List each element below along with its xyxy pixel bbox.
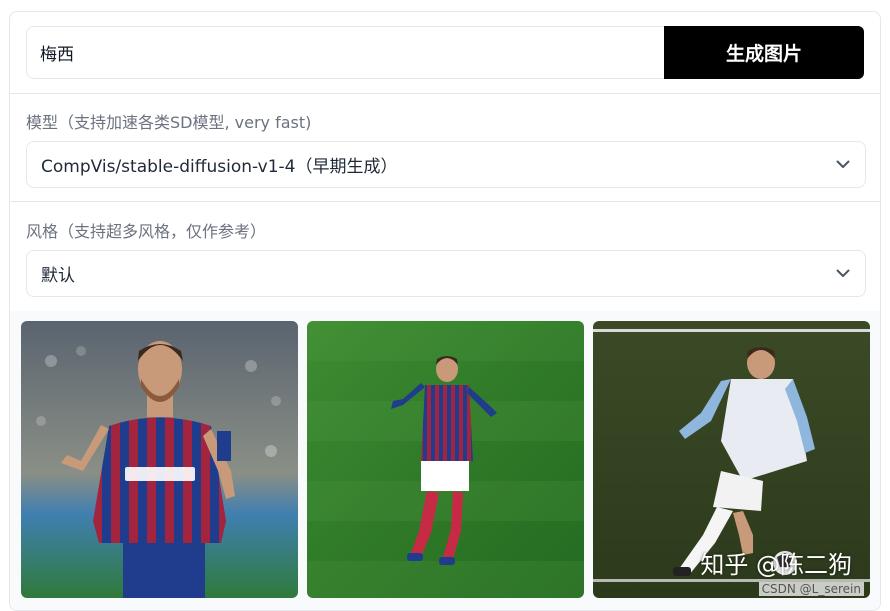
prompt-row: 生成图片: [26, 26, 864, 79]
divider: [10, 201, 880, 202]
image-gallery: 知乎 @陈二狗 CSDN @L_serein: [10, 311, 880, 610]
style-select-value: 默认: [41, 266, 75, 286]
generate-image-button[interactable]: 生成图片: [664, 26, 864, 79]
generated-image-1[interactable]: [21, 321, 298, 598]
zhihu-watermark: 知乎 @陈二狗: [700, 551, 852, 579]
prompt-input[interactable]: [26, 26, 664, 79]
style-label: 风格（支持超多风格，仅作参考）: [26, 222, 267, 241]
generated-image-2[interactable]: [307, 321, 584, 598]
chevron-down-icon: [835, 266, 851, 282]
model-label: 模型（支持加速各类SD模型, very fast): [26, 113, 312, 132]
chevron-down-icon: [835, 157, 851, 173]
csdn-watermark: CSDN @L_serein: [758, 582, 864, 596]
style-select[interactable]: 默认: [26, 250, 866, 297]
model-select[interactable]: CompVis/stable-diffusion-v1-4（早期生成）: [26, 141, 866, 188]
model-select-value: CompVis/stable-diffusion-v1-4（早期生成）: [41, 157, 398, 177]
generator-card: 生成图片 模型（支持加速各类SD模型, very fast) CompVis/s…: [9, 11, 881, 611]
generated-image-3[interactable]: 知乎 @陈二狗 CSDN @L_serein: [593, 321, 870, 598]
divider: [10, 93, 880, 94]
